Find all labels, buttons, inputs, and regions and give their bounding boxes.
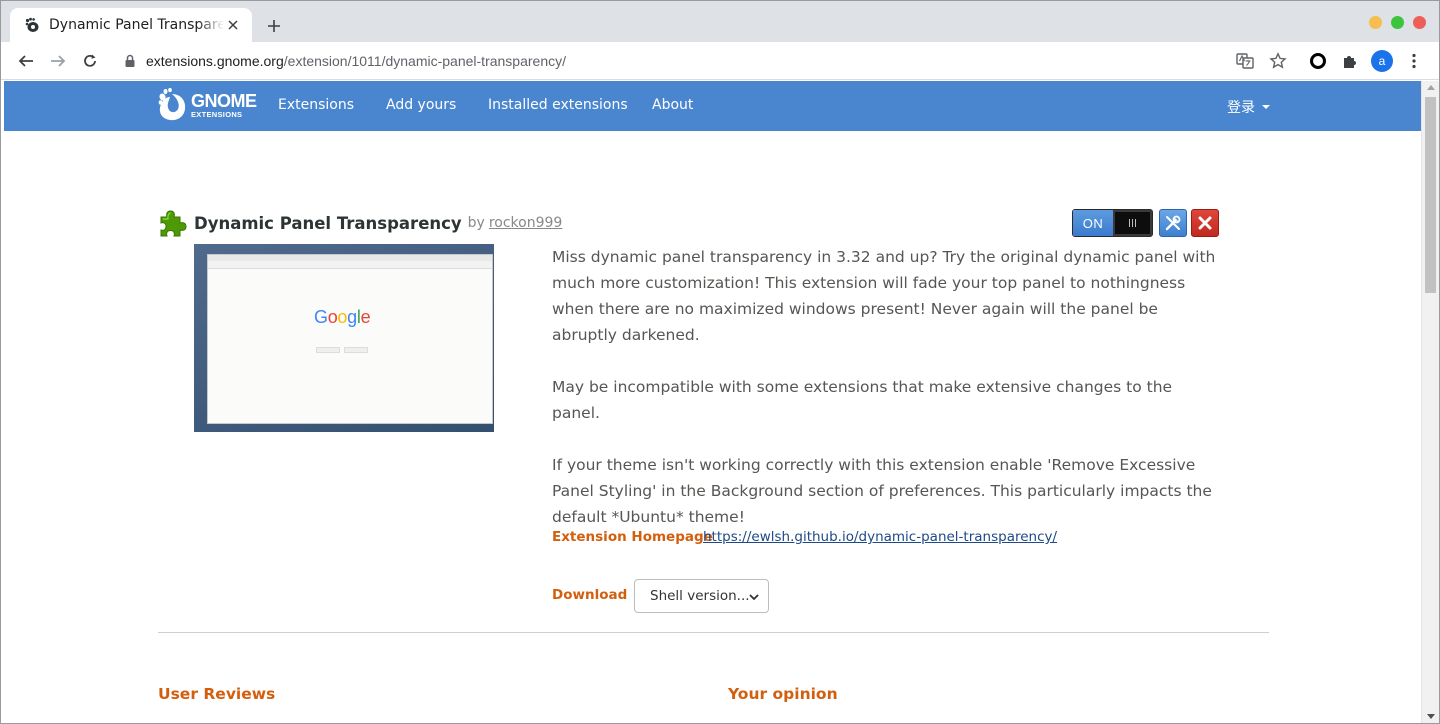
page-content: GNOME EXTENSIONS Extensions Add yours In… (4, 81, 1421, 724)
site-navbar: GNOME EXTENSIONS Extensions Add yours In… (4, 81, 1421, 131)
description-paragraph: May be incompatible with some extensions… (552, 378, 1173, 422)
back-arrow-icon[interactable] (14, 49, 38, 73)
preferences-button[interactable] (1159, 209, 1187, 237)
screenshot-browser-window: Google (207, 254, 493, 424)
gnome-extensions-logo[interactable]: GNOME EXTENSIONS (157, 88, 257, 122)
user-reviews-heading: User Reviews (158, 685, 276, 703)
scroll-up-arrow-icon[interactable] (1427, 85, 1435, 90)
shell-version-select[interactable]: Shell version... (634, 579, 769, 613)
minimize-window-button[interactable] (1369, 16, 1382, 29)
logo-subtext: EXTENSIONS (191, 109, 243, 119)
by-label: by (467, 215, 485, 231)
gnome-foot-icon (158, 88, 186, 121)
browser-tab[interactable]: Dynamic Panel Transparency (10, 8, 252, 42)
screenshot-addressbar (208, 261, 492, 269)
url-path: /extension/1011/dynamic-panel-transparen… (283, 53, 567, 69)
logo-text: GNOME (191, 90, 257, 111)
screenshot-lucky-button (344, 347, 368, 353)
maximize-window-button[interactable] (1391, 16, 1404, 29)
translate-icon[interactable] (1233, 49, 1257, 73)
homepage-link[interactable]: https://ewlsh.github.io/dynamic-panel-tr… (703, 529, 1057, 545)
browser-toolbar: extensions.gnome.org/extension/1011/dyna… (0, 42, 1440, 80)
tab-close-icon[interactable] (224, 16, 242, 34)
nav-installed-extensions[interactable]: Installed extensions (488, 97, 628, 113)
extension-header: Dynamic Panel Transparency by rockon999 (158, 208, 562, 238)
vertical-scrollbar[interactable] (1421, 81, 1439, 723)
remove-extension-button[interactable] (1191, 209, 1219, 237)
new-tab-plus-icon[interactable] (262, 14, 286, 38)
login-dropdown[interactable]: 登录 (1227, 97, 1270, 117)
your-opinion-heading: Your opinion (728, 685, 838, 703)
close-x-icon (1198, 216, 1212, 230)
tools-icon (1165, 215, 1181, 231)
tab-strip: Dynamic Panel Transparency (0, 0, 1440, 42)
screenshot-search-button (316, 347, 340, 353)
kebab-menu-icon[interactable] (1402, 49, 1426, 73)
close-window-button[interactable] (1413, 16, 1426, 29)
logo-wordmark: GNOME EXTENSIONS (191, 92, 257, 119)
gnome-foot-icon (24, 17, 40, 33)
nav-extensions[interactable]: Extensions (278, 97, 354, 113)
puzzle-piece-icon (160, 210, 187, 237)
homepage-label: Extension Homepage (552, 529, 713, 545)
chevron-down-icon (749, 594, 759, 601)
extension-on-off-toggle[interactable]: ON (1072, 209, 1153, 237)
window-controls (1369, 16, 1426, 29)
scrollbar-thumb[interactable] (1425, 97, 1436, 293)
extension-description: Miss dynamic panel transparency in 3.32 … (552, 244, 1220, 556)
grip-icon (1129, 219, 1136, 227)
extension-circle-icon[interactable] (1306, 49, 1330, 73)
author-link[interactable]: rockon999 (489, 215, 562, 231)
url-host: extensions.gnome.org (146, 53, 284, 69)
caret-down-icon (1262, 105, 1270, 109)
nav-add-yours[interactable]: Add yours (386, 97, 456, 113)
profile-avatar[interactable]: a (1371, 50, 1393, 72)
description-paragraph: Miss dynamic panel transparency in 3.32 … (552, 248, 1216, 344)
lock-icon[interactable] (124, 54, 136, 68)
toggle-on-label: ON (1073, 210, 1113, 236)
nav-about[interactable]: About (652, 97, 693, 113)
description-paragraph: If your theme isn't working correctly wi… (552, 456, 1212, 526)
extension-screenshot[interactable]: Google (194, 244, 494, 432)
extension-name: Dynamic Panel Transparency (194, 213, 462, 233)
bookmark-star-icon[interactable] (1266, 49, 1290, 73)
section-divider (158, 632, 1269, 633)
reload-icon[interactable] (78, 49, 102, 73)
screenshot-google-logo: Google (314, 307, 371, 327)
login-label: 登录 (1227, 100, 1255, 116)
download-label: Download (552, 587, 628, 603)
forward-arrow-icon[interactable] (46, 49, 70, 73)
shell-version-placeholder: Shell version... (650, 588, 750, 604)
address-bar[interactable]: extensions.gnome.org/extension/1011/dyna… (146, 51, 566, 71)
puzzle-extensions-icon[interactable] (1338, 49, 1362, 73)
toggle-knob[interactable] (1113, 210, 1152, 236)
tab-title: Dynamic Panel Transparency (49, 17, 225, 33)
scroll-down-arrow-icon[interactable] (1427, 714, 1435, 719)
